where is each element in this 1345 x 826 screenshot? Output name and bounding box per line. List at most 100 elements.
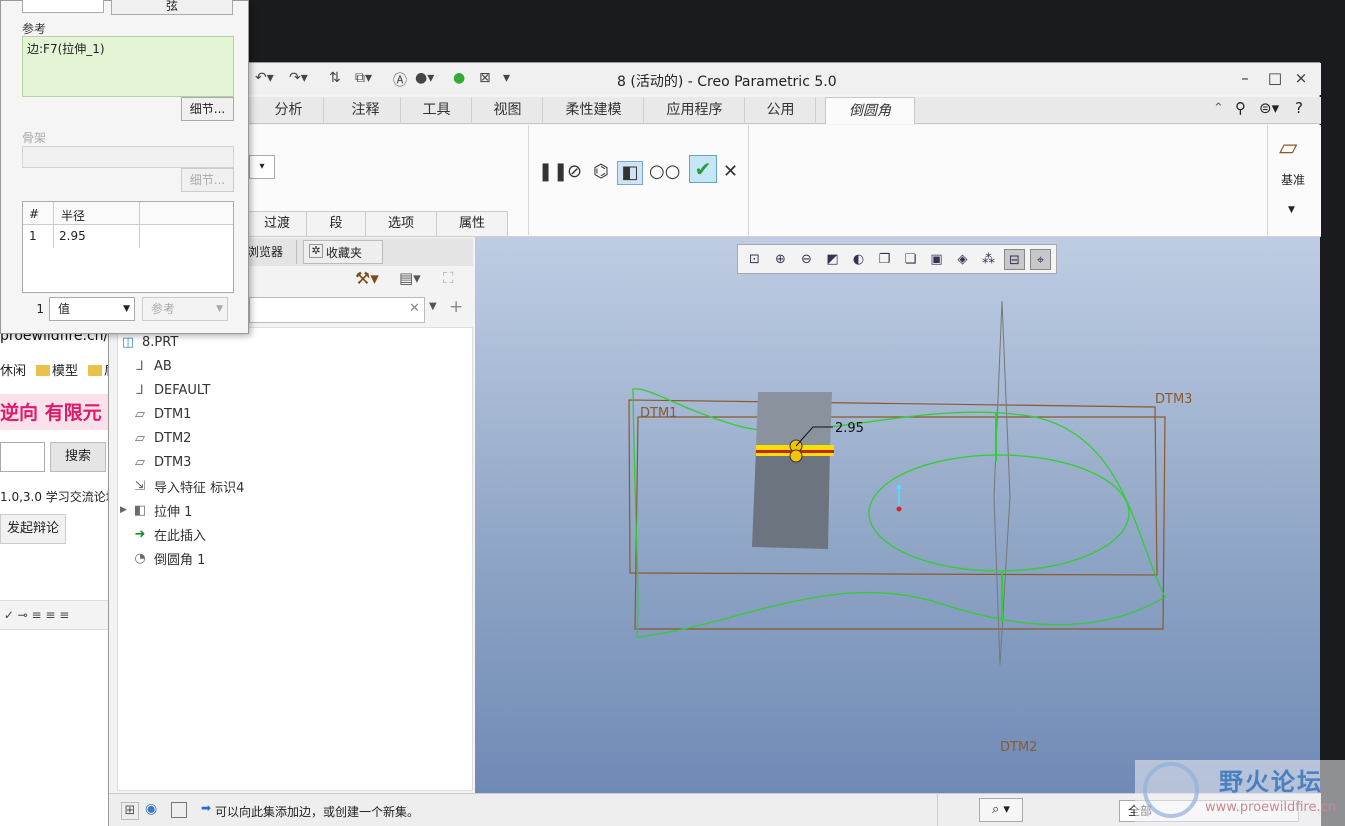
datum-group-label[interactable]: 基准 — [1281, 171, 1305, 188]
site-search-button[interactable]: 搜索 — [50, 442, 106, 472]
label-dtm1: DTM1 — [640, 406, 677, 421]
bookmark-item[interactable]: 肩 — [82, 360, 108, 380]
tab-annotate[interactable]: 注释 — [331, 97, 401, 124]
radius-input-top[interactable] — [22, 0, 104, 13]
tree-filter-icon[interactable]: ⛶ — [443, 269, 454, 287]
appearance-icon[interactable]: ● — [453, 70, 465, 86]
search-icon[interactable]: ⚲ — [1235, 99, 1246, 117]
tree-item[interactable]: ▱ DTM2 — [132, 426, 191, 450]
model-viewport: 2.95 DTM1 DTM2 DTM3 — [628, 300, 1192, 755]
reference-item[interactable]: 边:F7(拉伸_1) — [27, 42, 105, 56]
nav-toggle-icon[interactable]: ⊞ — [121, 802, 139, 820]
verify-mode-icon[interactable]: ◧ — [617, 161, 643, 185]
customize-qa-icon[interactable]: ▾ — [503, 70, 510, 86]
value-type-select[interactable]: 值 ▼ — [49, 297, 135, 321]
add-filter-icon[interactable]: + — [449, 297, 463, 317]
community-icon[interactable]: ⊜▾ — [1259, 99, 1279, 117]
set-dropdown[interactable]: ▾ — [249, 155, 275, 179]
site-search-input[interactable] — [0, 442, 45, 472]
references-detail-button[interactable]: 细节... — [181, 97, 234, 121]
no-preview-icon[interactable]: ⊘ — [567, 161, 582, 182]
tree-item-label: 拉伸 1 — [154, 504, 193, 520]
reference-type-select[interactable]: 参考 ▼ — [142, 297, 228, 321]
graphics-window[interactable]: ⊡ ⊕ ⊖ ◩ ◐ ❐ ❏ ▣ ◈ ⁂ ⊟ ⌖ 2.95 DTM1 DTM2 D… — [475, 237, 1320, 793]
browser-toggle-icon[interactable]: ◉ — [145, 801, 157, 817]
tree-item-label: 在此插入 — [154, 528, 207, 544]
tab-view[interactable]: 视图 — [473, 97, 543, 124]
tab-options[interactable]: 选项 — [365, 211, 437, 237]
search-dropdown-icon[interactable]: ▼ — [429, 301, 437, 312]
tree-search-input[interactable] — [249, 297, 425, 323]
tree-item[interactable]: ◔ 倒圆角 1 — [132, 546, 205, 570]
find-binoculars-icon[interactable]: ⌕ ▾ — [979, 798, 1023, 822]
tab-browser[interactable]: 浏览器 — [247, 240, 297, 264]
start-debate-button[interactable]: 发起辩论 — [0, 514, 66, 544]
minimize-button[interactable]: – — [1235, 69, 1255, 87]
col-index: # — [29, 207, 40, 221]
tab-analysis[interactable]: 分析 — [254, 97, 324, 124]
col-radius: 半径 — [61, 209, 86, 223]
tab-transition[interactable]: 过渡 — [247, 211, 307, 237]
skeleton-collector[interactable] — [22, 146, 234, 168]
geometry-preview-icon[interactable]: ⌬ — [593, 161, 609, 182]
clear-search-icon[interactable]: ✕ — [409, 301, 420, 316]
watermark-logo-icon — [1143, 762, 1199, 818]
datum-plane-dtm1 — [628, 399, 1158, 576]
tree-settings-icon[interactable]: ⚒▾ — [355, 269, 379, 289]
radius-drag-handle-2 — [789, 449, 803, 463]
windows-icon[interactable]: ⧉▾ — [355, 70, 372, 86]
bookmark-item[interactable]: 模型 — [30, 360, 78, 380]
round-dashboard: ▾ 过渡 段 选项 属性 ❚❚ ⊘ ⌬ ◧ ○○ ✔ ✕ ▱ 基准 ▼ — [109, 125, 1321, 237]
tab-tools[interactable]: 工具 — [402, 97, 472, 124]
tree-item[interactable]: ⇲ 导入特征 标识4 — [132, 474, 245, 498]
tree-item[interactable]: ▱ DTM3 — [132, 450, 191, 474]
row-radius-value[interactable]: 2.95 — [59, 229, 86, 243]
watermark-url: www.proewildfire.cn — [1205, 800, 1336, 815]
pause-icon[interactable]: ❚❚ — [538, 161, 568, 182]
bookmark-item[interactable]: 休闲 — [0, 360, 26, 380]
cancel-button[interactable]: ✕ — [723, 161, 738, 182]
tab-common[interactable]: 公用 — [746, 97, 816, 124]
window-title: 8 (活动的) - Creo Parametric 5.0 — [617, 74, 837, 90]
redo-icon[interactable]: ↷▾ — [289, 70, 308, 86]
tab-round[interactable]: 倒圆角 — [825, 97, 915, 124]
tab-segments[interactable]: 段 — [306, 211, 366, 237]
datum-plane-icon[interactable]: ▱ — [1279, 133, 1297, 161]
regenerate-icon[interactable]: ⇅ — [329, 70, 341, 86]
watermark-title: 野火论坛 — [1219, 768, 1323, 796]
skeleton-detail-button[interactable]: 细节... — [181, 168, 234, 192]
tab-applications[interactable]: 应用程序 — [645, 97, 745, 124]
close-button[interactable]: × — [1291, 69, 1311, 87]
annotation-icon[interactable]: Ⓐ — [393, 70, 407, 90]
tree-item[interactable]: ▱ DTM1 — [132, 402, 191, 426]
confirm-button[interactable]: ✔ — [689, 155, 717, 183]
part-icon: ◫ — [121, 334, 135, 350]
tree-item[interactable]: ▶ ◧ 拉伸 1 — [120, 498, 193, 522]
undo-icon[interactable]: ↶▾ — [255, 70, 274, 86]
tree-item[interactable]: ➜ 在此插入 — [132, 522, 206, 546]
maximize-button[interactable]: □ — [1265, 69, 1285, 87]
expand-arrow-icon[interactable]: ▶ — [120, 505, 127, 515]
preview-glasses-icon[interactable]: ○○ — [649, 161, 680, 182]
tab-flexible-modeling[interactable]: 柔性建模 — [544, 97, 644, 124]
close-window-icon[interactable]: ⊠ — [479, 70, 491, 86]
help-icon[interactable]: ? — [1295, 99, 1303, 117]
forum-link[interactable]: 1.0,3.0 学习交流论坛 — [0, 488, 108, 505]
tree-columns-icon[interactable]: ▤▾ — [399, 269, 421, 287]
watermark: 野火论坛 www.proewildfire.cn — [1135, 760, 1345, 826]
datum-expand-icon[interactable]: ▼ — [1288, 205, 1295, 215]
display-style-icon[interactable]: ●▾ — [415, 70, 434, 86]
label-dtm3: DTM3 — [1155, 392, 1192, 407]
chord-button[interactable]: 弦 — [111, 0, 233, 15]
tree-item[interactable]: ⅃ AB — [132, 354, 171, 378]
ribbon-tabs: 分析 注释 工具 视图 柔性建模 应用程序 公用 倒圆角 ⌃ ⚲ ⊜▾ ? — [109, 97, 1321, 124]
row-index: 1 — [29, 229, 37, 243]
tab-properties[interactable]: 属性 — [436, 211, 508, 237]
collapse-ribbon-icon[interactable]: ⌃ — [1213, 101, 1224, 116]
creo-window: ↶▾ ↷▾ ⇅ ⧉▾ Ⓐ ●▾ ● ⊠ ▾ 8 (活动的) - Creo Par… — [108, 62, 1321, 826]
fullscreen-icon[interactable] — [171, 802, 187, 818]
references-collector[interactable]: 边:F7(拉伸_1) — [22, 36, 234, 97]
tree-item[interactable]: ⅃ DEFAULT — [132, 378, 210, 402]
table-row[interactable]: 1 2.95 — [23, 225, 233, 247]
label-dtm2: DTM2 — [1000, 740, 1037, 755]
